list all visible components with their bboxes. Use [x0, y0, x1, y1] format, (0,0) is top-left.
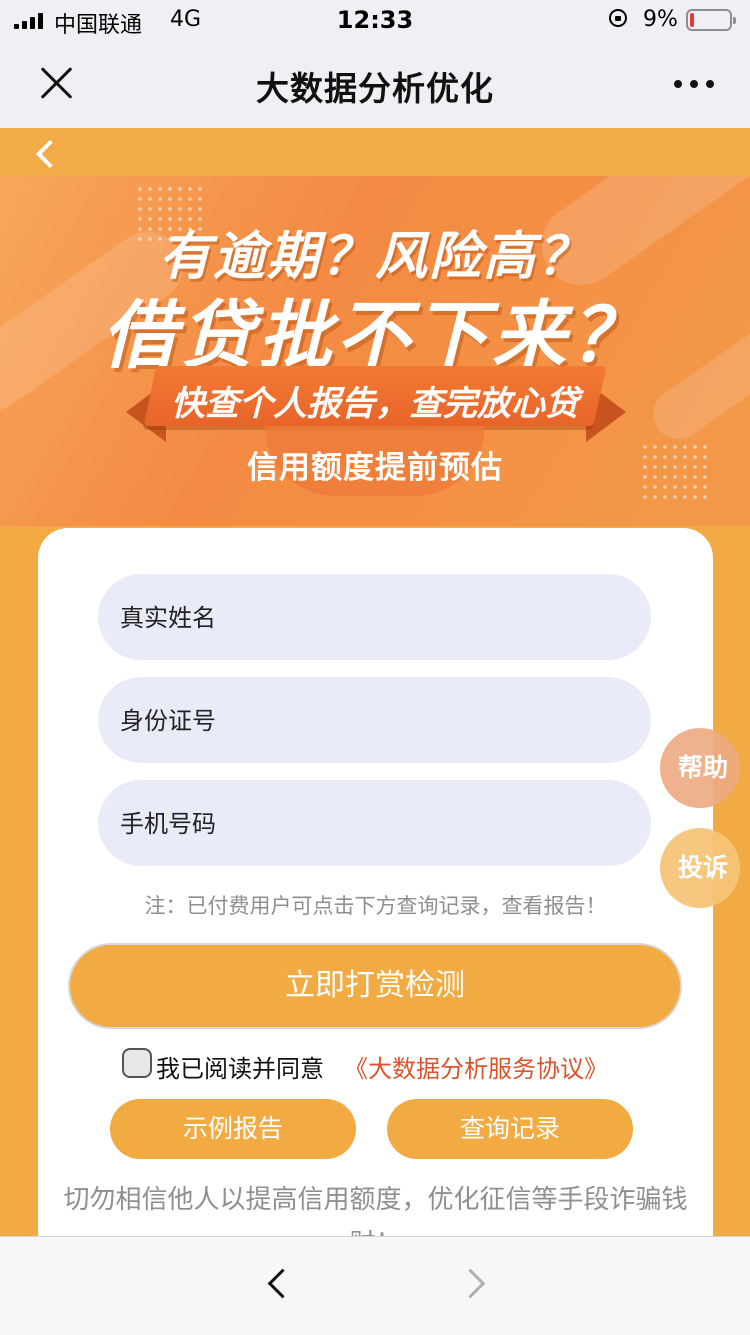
bottom-toolbar [0, 1236, 750, 1335]
agree-label: 我已阅读并同意 [156, 1055, 324, 1083]
page-title: 大数据分析优化 [256, 69, 494, 108]
agreement-link[interactable]: 《大数据分析服务协议》 [344, 1049, 608, 1084]
banner-subtitle: 信用额度提前预估 [247, 450, 503, 486]
promo-banner: 有逾期？风险高？ 借贷批不下来？ 快查个人报告，查完放心贷 信用额度提前预估 [0, 176, 750, 526]
battery-percent: 9% [643, 7, 678, 32]
status-time: 12:33 [336, 6, 414, 34]
id-field [98, 677, 651, 765]
complaint-button[interactable]: 投诉 [660, 828, 740, 908]
phone-field [98, 780, 651, 868]
more-icon[interactable] [674, 80, 714, 88]
sample-report-button[interactable]: 示例报告 [110, 1099, 356, 1159]
id-number-input[interactable] [118, 677, 622, 765]
name-input[interactable] [118, 574, 622, 662]
form-card: 注：已付费用户可点击下方查询记录，查看报告！ 立即打赏检测 我已阅读并同意 《大… [38, 528, 713, 1288]
banner-ribbon-text: 快查个人报告，查完放心贷 [171, 384, 579, 424]
submit-button[interactable]: 立即打赏检测 [68, 943, 682, 1029]
query-records-button[interactable]: 查询记录 [387, 1099, 633, 1159]
battery-icon [686, 9, 736, 31]
nav-bar: 大数据分析优化 [0, 40, 750, 128]
status-bar: 中国联通 4G 12:33 9% [0, 0, 750, 40]
paid-user-note: 注：已付费用户可点击下方查询记录，查看报告！ [144, 894, 607, 918]
help-button[interactable]: 帮助 [660, 728, 740, 808]
back-strip [0, 128, 750, 176]
name-field [98, 574, 651, 662]
back-chevron-icon[interactable] [35, 139, 65, 169]
browser-back-icon[interactable] [267, 1268, 298, 1299]
phone-input[interactable] [118, 780, 622, 868]
rotation-lock-icon [609, 9, 627, 27]
agree-checkbox[interactable] [122, 1048, 152, 1078]
browser-forward-icon[interactable] [455, 1268, 486, 1299]
